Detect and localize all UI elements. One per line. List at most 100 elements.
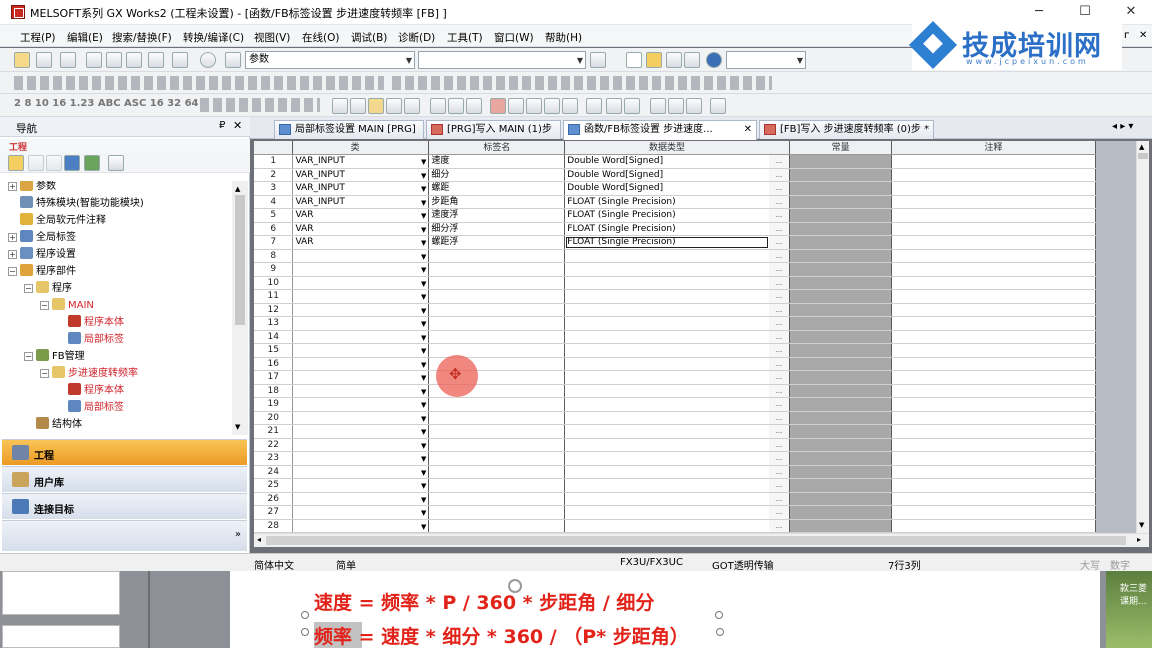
label-name-cell[interactable]: 螺距浮 (428, 235, 566, 250)
print-icon[interactable] (684, 52, 700, 68)
class-dropdown[interactable]: ▼ (416, 181, 430, 196)
class-dropdown[interactable]: ▼ (416, 222, 430, 236)
monitor-2-icon[interactable] (106, 52, 122, 68)
radix-buttons[interactable]: 2 8 10 16 1.23 ABC ASC 16 32 64 (14, 98, 198, 109)
sort-icon[interactable] (108, 155, 124, 171)
table-row[interactable]: 23 ▼... (254, 451, 1096, 466)
comment-cell[interactable] (891, 168, 1096, 182)
tree-item[interactable]: − 步进速度转频率 (40, 366, 138, 382)
constant-cell[interactable] (789, 492, 893, 506)
data-type-cell[interactable] (564, 519, 769, 533)
data-type-cell[interactable]: FLOAT (Single Precision) (564, 195, 769, 209)
class-cell[interactable] (292, 519, 417, 533)
menu-diagnostics[interactable]: 诊断(D) (398, 30, 435, 45)
comment-cell[interactable] (891, 438, 1096, 452)
chevron-down-icon[interactable]: ▼ (421, 210, 426, 221)
table-row[interactable]: 4 VAR_INPUT ▼ 步距角 FLOAT (Single Precision)..… (254, 195, 1096, 209)
constant-cell[interactable] (789, 478, 893, 493)
slide-thumbnail-2[interactable] (2, 625, 120, 648)
zoom-icon[interactable] (172, 52, 188, 68)
table-row[interactable]: 17 ▼... (254, 370, 1096, 385)
class-dropdown[interactable]: ▼ (416, 235, 430, 250)
class-dropdown[interactable]: ▼ (416, 370, 430, 385)
comment-cell[interactable] (891, 222, 1096, 236)
search-combo-2[interactable]: ▼ (418, 51, 586, 69)
class-cell[interactable] (292, 465, 417, 479)
data-type-button[interactable]: ... (768, 519, 791, 533)
scroll-down-icon[interactable]: ▼ (1139, 521, 1144, 529)
class-dropdown[interactable]: ▼ (416, 505, 430, 520)
tree-item[interactable]: 局部标签 (56, 400, 124, 416)
chevron-down-icon[interactable]: ▼ (421, 332, 426, 343)
scroll-up-icon[interactable]: ▲ (235, 185, 240, 193)
constant-cell[interactable] (789, 330, 893, 344)
write-plc-icon[interactable] (490, 98, 506, 114)
nav-tab-project[interactable]: 工程 (2, 439, 247, 465)
class-cell[interactable]: VAR_INPUT (292, 181, 417, 196)
selection-handle[interactable] (716, 628, 724, 636)
data-type-cell[interactable] (564, 451, 769, 466)
compile-icon[interactable] (430, 98, 446, 114)
device-icon[interactable] (586, 98, 602, 114)
data-type-cell[interactable] (564, 370, 769, 385)
comment-cell[interactable] (891, 411, 1096, 425)
chevron-down-icon[interactable]: ▼ (421, 264, 426, 275)
class-dropdown[interactable]: ▼ (416, 465, 430, 479)
scroll-thumb[interactable] (266, 536, 1126, 545)
label-name-cell[interactable]: 螺距 (428, 181, 566, 196)
data-type-cell[interactable] (564, 330, 769, 344)
read-plc-icon[interactable] (508, 98, 524, 114)
menu-convert-compile[interactable]: 转换/编译(C) (183, 30, 244, 45)
constant-cell[interactable] (789, 195, 893, 209)
new-item-icon[interactable] (8, 155, 24, 171)
nav-tab-more[interactable]: » (2, 520, 247, 551)
class-cell[interactable] (292, 384, 417, 398)
toolbar-combo-3[interactable]: ▼ (726, 51, 806, 69)
chevron-down-icon[interactable]: ▼ (421, 224, 426, 235)
scroll-up-icon[interactable]: ▲ (1139, 143, 1144, 151)
class-cell[interactable]: VAR (292, 208, 417, 223)
comment-cell[interactable] (891, 492, 1096, 506)
label-name-cell[interactable] (428, 492, 566, 506)
cut-icon[interactable] (332, 98, 348, 114)
data-type-button[interactable]: ... (768, 492, 791, 506)
table-row[interactable]: 24 ▼... (254, 465, 1096, 479)
table-row[interactable]: 12 ▼... (254, 303, 1096, 317)
constant-cell[interactable] (789, 505, 893, 520)
note-icon[interactable] (686, 98, 702, 114)
class-dropdown[interactable]: ▼ (416, 519, 430, 533)
label-name-cell[interactable]: 细分浮 (428, 222, 566, 236)
data-type-cell[interactable]: Double Word[Signed] (564, 181, 769, 196)
data-type-cell[interactable] (564, 316, 769, 331)
chevron-down-icon[interactable]: ▼ (421, 278, 426, 289)
tab-local-label-main[interactable]: 局部标签设置 MAIN [PRG] (274, 120, 424, 139)
nav-close-icon[interactable]: ✕ (233, 119, 242, 132)
collapse-icon[interactable]: − (40, 301, 49, 310)
label-name-cell[interactable]: 速度浮 (428, 208, 566, 223)
table-row[interactable]: 10 ▼... (254, 276, 1096, 290)
monitor-3-icon[interactable] (126, 52, 142, 68)
scroll-down-icon[interactable]: ▼ (235, 423, 240, 431)
monitor-icon[interactable] (86, 52, 102, 68)
data-type-button[interactable]: ... (768, 465, 791, 479)
save-icon[interactable] (666, 52, 682, 68)
constant-cell[interactable] (789, 289, 893, 304)
data-type-cell[interactable]: FLOAT (Single Precision) (564, 235, 769, 250)
chevron-down-icon[interactable]: ▼ (421, 494, 426, 505)
comment-cell[interactable] (891, 154, 1096, 169)
comment-cell[interactable] (891, 316, 1096, 331)
table-row[interactable]: 14 ▼... (254, 330, 1096, 344)
data-type-cell[interactable] (564, 303, 769, 317)
comment-cell[interactable] (891, 451, 1096, 466)
tree-item[interactable]: − 程序部件 (8, 264, 76, 280)
chevron-down-icon[interactable]: ▼ (421, 399, 426, 410)
refresh-icon[interactable] (84, 155, 100, 171)
tree-item[interactable]: 结构体 (24, 417, 82, 433)
table-row[interactable]: 20 ▼... (254, 411, 1096, 425)
data-type-button[interactable]: ... (768, 181, 791, 196)
scroll-thumb[interactable] (235, 195, 245, 325)
constant-cell[interactable] (789, 168, 893, 182)
label-name-cell[interactable] (428, 411, 566, 425)
chevron-down-icon[interactable]: ▼ (421, 386, 426, 397)
data-type-button[interactable]: ... (768, 478, 791, 493)
